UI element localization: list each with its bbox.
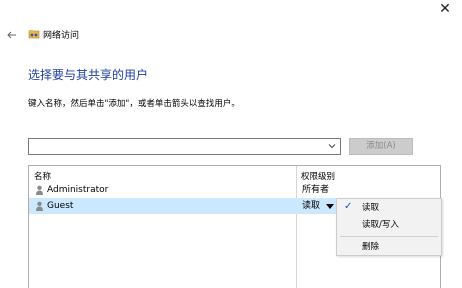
user-icon — [35, 185, 44, 195]
user-icon — [35, 201, 44, 211]
menu-item-label: 删除 — [362, 242, 380, 252]
column-header-name[interactable]: 名称 — [34, 170, 51, 182]
instruction-text: 键入名称，然后单击"添加"，或者单击箭头以查找用户。 — [28, 99, 240, 109]
menu-item-label: 读取 — [362, 203, 380, 213]
chevron-down-icon[interactable] — [327, 141, 337, 151]
menu-separator — [340, 236, 438, 237]
window-title: 网络访问 — [43, 31, 80, 41]
arrow-left-icon — [7, 31, 16, 39]
caret-down-icon[interactable] — [326, 204, 334, 209]
page-heading: 选择要与其共享的用户 — [28, 68, 149, 82]
network-folder-icon — [28, 28, 40, 40]
menu-item-read[interactable]: 读取 — [337, 200, 441, 216]
menu-item-read-write[interactable]: 读取/写入 — [337, 217, 441, 233]
permission-dropdown[interactable]: 读取 — [302, 198, 320, 214]
column-header-permission[interactable]: 权限级别 — [301, 170, 335, 182]
back-button[interactable] — [6, 29, 18, 41]
menu-item-remove[interactable]: 删除 — [337, 239, 441, 255]
user-name: Guest — [47, 201, 74, 211]
user-name: Administrator — [47, 185, 109, 195]
close-button[interactable]: ✕ — [436, 2, 454, 16]
add-button[interactable]: 添加(A) — [349, 138, 413, 155]
menu-item-label: 读取/写入 — [362, 220, 399, 230]
user-name-combobox[interactable] — [28, 138, 341, 155]
permission-level: 所有者 — [302, 185, 330, 195]
